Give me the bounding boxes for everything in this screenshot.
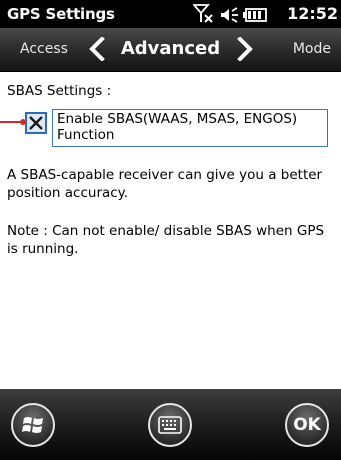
battery-icon[interactable] bbox=[243, 8, 267, 22]
enable-sbas-checkbox[interactable] bbox=[25, 112, 47, 134]
bottom-bar: OK bbox=[0, 389, 341, 460]
settings-content: SBAS Settings : Enable SBAS(WAAS, MSAS, … bbox=[0, 72, 341, 389]
ok-button-label: OK bbox=[293, 415, 321, 435]
clock[interactable]: 12:52 bbox=[287, 4, 338, 23]
checkmark-x-icon bbox=[29, 116, 43, 130]
speaker-icon[interactable] bbox=[220, 6, 240, 24]
enable-sbas-label[interactable]: Enable SBAS(WAAS, MSAS, ENGOS) Function bbox=[52, 109, 328, 147]
signal-off-icon[interactable] bbox=[193, 4, 215, 24]
keyboard-button[interactable] bbox=[148, 403, 192, 447]
callout-line bbox=[0, 121, 22, 123]
windows-start-icon bbox=[22, 417, 43, 433]
tab-strip: Access Advanced Mode bbox=[0, 28, 341, 72]
tab-mode[interactable]: Mode bbox=[293, 41, 331, 57]
chevron-right-icon[interactable] bbox=[236, 37, 254, 61]
sbas-description: A SBAS-capable receiver can give you a b… bbox=[7, 167, 323, 201]
section-label: SBAS Settings : bbox=[7, 83, 112, 99]
app-title: GPS Settings bbox=[7, 5, 115, 23]
sbas-note: Note : Can not enable/ disable SBAS when… bbox=[7, 223, 325, 257]
tab-advanced[interactable]: Advanced bbox=[0, 38, 341, 59]
status-bar: GPS Settings 12:52 bbox=[0, 0, 341, 28]
ok-button[interactable]: OK bbox=[285, 403, 329, 447]
keyboard-icon bbox=[158, 416, 182, 434]
start-button[interactable] bbox=[11, 403, 55, 447]
